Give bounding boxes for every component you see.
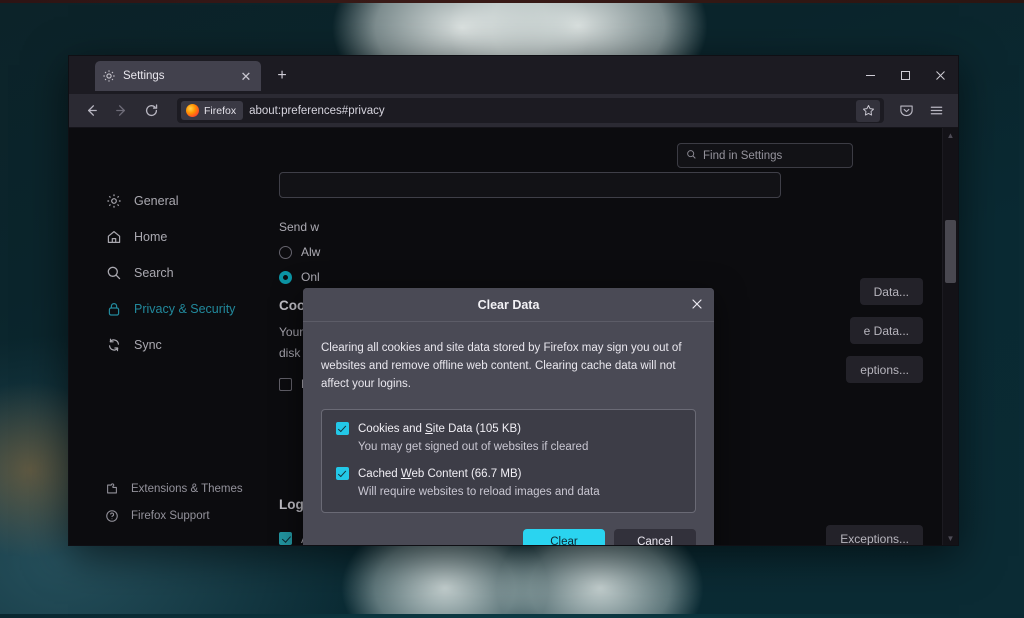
pocket-icon[interactable] <box>892 98 920 124</box>
clear-data-dialog: Clear Data Clearing all cookies and site… <box>303 288 714 545</box>
identity-chip[interactable]: Firefox <box>181 101 244 120</box>
address-bar[interactable]: Firefox about:preferences#privacy <box>177 98 884 123</box>
checkbox-icon-checked[interactable] <box>336 422 349 436</box>
option-sublabel: Will require websites to reload images a… <box>358 486 600 499</box>
firefox-logo-icon <box>186 104 199 117</box>
forward-button[interactable] <box>107 98 135 124</box>
close-button[interactable] <box>923 56 958 94</box>
dialog-titlebar: Clear Data <box>303 288 714 322</box>
window-controls <box>853 56 958 94</box>
tab-strip: Settings ✕ + <box>69 56 958 94</box>
dialog-body: Clearing all cookies and site data store… <box>303 322 714 514</box>
dialog-actions: Clear Cancel <box>303 513 714 545</box>
navigation-toolbar: Firefox about:preferences#privacy <box>69 94 958 128</box>
option-label: Cookies and Site Data (105 KB) <box>358 422 522 435</box>
option-header[interactable]: Cached Web Content (66.7 MB) <box>336 467 681 481</box>
clear-button[interactable]: Clear <box>523 529 605 545</box>
url-text: about:preferences#privacy <box>249 104 385 117</box>
tab-settings[interactable]: Settings ✕ <box>95 61 261 91</box>
identity-label: Firefox <box>204 104 237 117</box>
new-tab-button[interactable]: + <box>269 63 295 89</box>
cancel-button[interactable]: Cancel <box>614 529 696 545</box>
minimize-button[interactable] <box>853 56 888 94</box>
option-cached-web-content[interactable]: Cached Web Content (66.7 MB) Will requir… <box>336 467 681 498</box>
dialog-title: Clear Data <box>477 297 540 312</box>
dialog-options-group: Cookies and Site Data (105 KB) You may g… <box>321 409 696 514</box>
gear-icon <box>102 69 116 83</box>
option-label: Cached Web Content (66.7 MB) <box>358 467 522 480</box>
settings-content: Find in Settings General Home Search Pri… <box>69 128 958 545</box>
option-cookies-and-site-data[interactable]: Cookies and Site Data (105 KB) You may g… <box>336 422 681 453</box>
tab-close-icon[interactable]: ✕ <box>238 68 254 84</box>
desktop-bottom-strip <box>0 614 1024 618</box>
hamburger-menu-icon[interactable] <box>922 98 950 124</box>
tab-title: Settings <box>123 70 165 82</box>
maximize-button[interactable] <box>888 56 923 94</box>
dialog-description: Clearing all cookies and site data store… <box>321 342 682 390</box>
reload-button[interactable] <box>137 98 165 124</box>
option-header[interactable]: Cookies and Site Data (105 KB) <box>336 422 681 436</box>
desktop-top-strip <box>0 0 1024 3</box>
star-icon[interactable] <box>856 99 880 122</box>
close-icon[interactable] <box>686 293 708 315</box>
firefox-window: Settings ✕ + Firefox about:preferences#p… <box>68 55 959 546</box>
preferences-page: Find in Settings General Home Search Pri… <box>69 128 958 545</box>
option-sublabel: You may get signed out of websites if cl… <box>358 441 589 454</box>
back-button[interactable] <box>77 98 105 124</box>
checkbox-icon-checked[interactable] <box>336 467 349 481</box>
